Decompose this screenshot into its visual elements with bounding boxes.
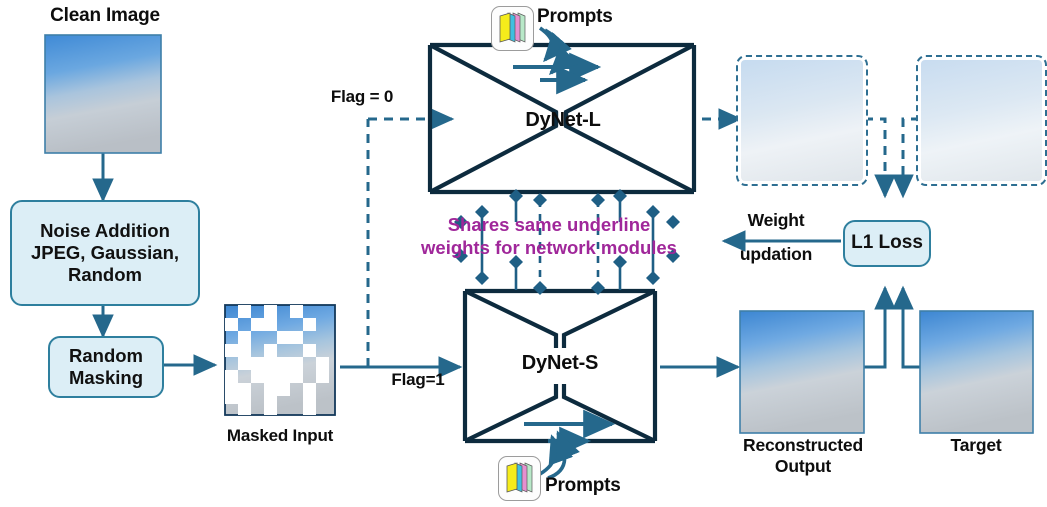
noise-line-3: Random	[67, 264, 142, 286]
faded-output-box	[736, 55, 868, 186]
random-masking-box[interactable]: Random Masking	[48, 336, 164, 398]
prompts-top-label: Prompts	[537, 6, 613, 27]
weight-line-1: Weight	[747, 210, 805, 230]
faded-target-box	[916, 55, 1047, 186]
dynet-l-label: DyNet-L	[525, 109, 601, 131]
flag1-label: Flag=1	[391, 370, 445, 389]
dynet-s-label: DyNet-S	[521, 352, 599, 374]
reconstructed-output-image	[739, 310, 865, 434]
edge-recon-to-loss	[864, 285, 896, 369]
noise-line-2: JPEG, Gaussian,	[30, 241, 180, 263]
stacked-cards-icon	[499, 12, 526, 43]
l1-loss-label: L1 Loss	[851, 232, 923, 254]
shared-weights-note: Shares same underline weights for networ…	[404, 213, 694, 259]
clean-image-label: Clean Image	[50, 5, 160, 26]
prompts-bottom-label: Prompts	[545, 475, 621, 496]
faded-output-thumbnail	[741, 60, 863, 181]
noise-line-1: Noise Addition	[40, 219, 170, 241]
masked-input-label: Masked Input	[226, 426, 334, 445]
recon-line-1: Reconstructed	[743, 435, 863, 455]
noise-addition-box[interactable]: Noise Addition JPEG, Gaussian, Random	[10, 200, 200, 306]
edge-target-to-loss	[892, 285, 922, 369]
weight-updation-label: Weight updation	[718, 210, 834, 264]
clean-image	[44, 34, 162, 154]
recon-line-2: Output	[774, 455, 832, 476]
target-label: Target	[950, 435, 1002, 455]
masking-line-2: Masking	[68, 367, 144, 388]
masking-line-1: Random	[69, 344, 143, 366]
flag0-label: Flag = 0	[330, 87, 394, 106]
diagram-canvas: Clean Image Noise Addition JPEG, Gaussia…	[0, 0, 1047, 507]
weight-line-2: updation	[739, 243, 813, 264]
prompts-icon-bottom[interactable]	[498, 456, 541, 501]
prompts-icon-top[interactable]	[491, 6, 534, 51]
stacked-cards-icon	[506, 462, 533, 493]
masked-input-image	[224, 304, 336, 416]
faded-target-thumbnail	[921, 60, 1042, 181]
shared-note-line-1: Shares same underline	[447, 214, 651, 235]
reconstructed-output-label: Reconstructed Output	[722, 435, 884, 476]
shared-note-line-2: weights for network modules	[421, 237, 677, 259]
target-image	[919, 310, 1034, 434]
l1-loss-box[interactable]: L1 Loss	[843, 220, 931, 267]
